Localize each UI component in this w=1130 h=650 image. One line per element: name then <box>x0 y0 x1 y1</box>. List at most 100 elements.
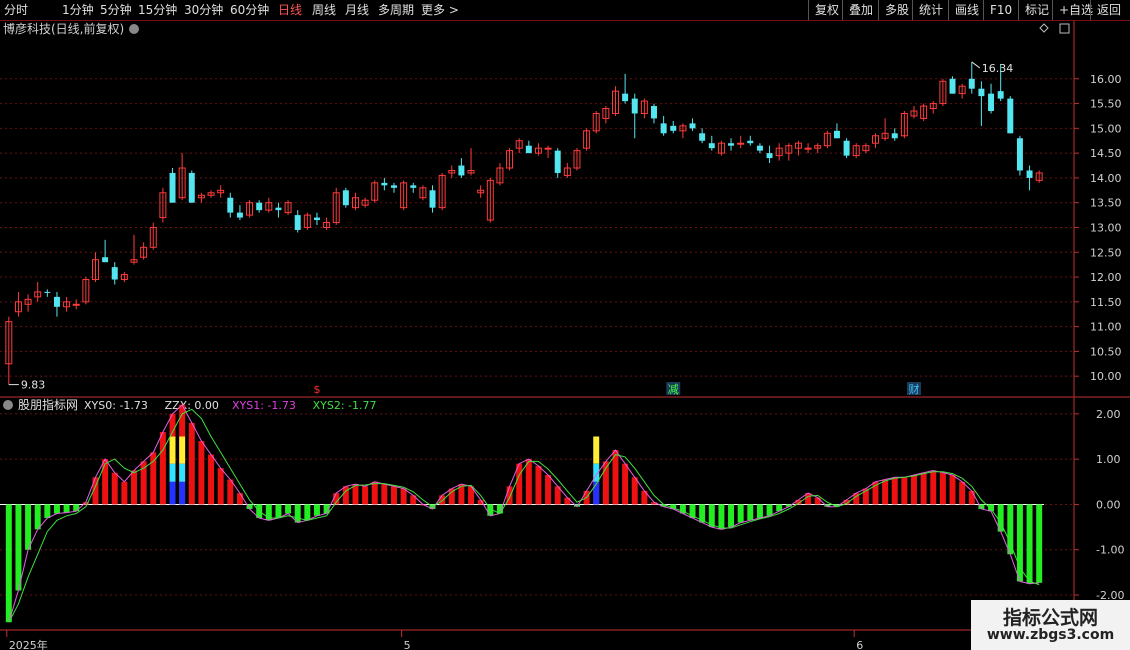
period-toolbar: 分时 1分钟 5分钟 15分钟 30分钟 60分钟 日线 周线 月线 多周期 更多 > 复权 叠加 多股统… <box>0 0 1130 21</box>
candle-body-down <box>708 143 715 149</box>
toolbar-button-8[interactable]: 返回 <box>1090 0 1127 20</box>
price-tick-label-1: 15.50 <box>1090 98 1122 111</box>
indicator-bar <box>968 490 975 505</box>
high-price-label: 16.34 <box>982 62 1014 75</box>
period-tab-3[interactable]: 15分钟 <box>138 2 177 18</box>
period-tab-2[interactable]: 5分钟 <box>100 2 132 18</box>
candle-body-down <box>756 145 763 151</box>
indicator-bar <box>342 486 349 505</box>
indicator-bar <box>381 484 388 505</box>
indicator-bar <box>535 465 542 505</box>
price-tick-label-10: 11.00 <box>1090 321 1122 334</box>
indicator-bar <box>622 463 629 505</box>
indicator-bar <box>525 459 532 505</box>
price-tick-label-5: 13.50 <box>1090 197 1122 210</box>
indicator-bar <box>949 475 956 505</box>
indicator-bar <box>294 504 301 523</box>
high-price-pointer <box>971 61 981 69</box>
diamond-icon[interactable] <box>1039 23 1049 33</box>
date-label-1: 5 <box>404 639 411 650</box>
candle-body-up <box>72 303 80 306</box>
watermark-url: www.zbgs3.com <box>986 627 1115 643</box>
indicator-bar <box>911 475 917 505</box>
price-tick-label-12: 10.00 <box>1090 370 1122 383</box>
period-tab-0[interactable]: 分时 <box>4 2 28 18</box>
candle-body-down <box>651 106 657 119</box>
toolbar-button-6[interactable]: 标记 <box>1018 0 1055 20</box>
toolbar-button-0[interactable]: 复权 <box>808 0 845 20</box>
indicator-bar <box>53 504 60 514</box>
indicator-bar <box>236 493 243 505</box>
period-tab-1[interactable]: 1分钟 <box>62 2 94 18</box>
ind-tick-label-1: 1.00 <box>1096 453 1121 466</box>
period-tab-4[interactable]: 30分钟 <box>184 2 223 18</box>
indicator-bar <box>371 481 378 505</box>
indicator-bar <box>564 497 571 505</box>
candle-body-down <box>997 91 1004 99</box>
indicator-bar <box>1036 504 1043 583</box>
candle-body-down <box>236 212 243 218</box>
period-tab-7[interactable]: 周线 <box>312 2 336 18</box>
indicator-value-2: XYS1: -1.73 <box>232 399 296 412</box>
signal-blue-1 <box>179 481 186 505</box>
event-mark-2: 财 <box>909 382 920 396</box>
indicator-bar <box>362 486 369 505</box>
indicator-bar <box>121 481 128 505</box>
indicator-bar <box>198 441 205 505</box>
indicator-bar <box>34 504 41 530</box>
indicator-bar <box>747 504 754 521</box>
indicator-bar <box>901 477 908 505</box>
period-tab-5[interactable]: 60分钟 <box>230 2 269 18</box>
title-chevron-icon[interactable] <box>129 24 139 34</box>
toolbar-button-4[interactable]: 画线 <box>948 0 985 20</box>
candle-body-down <box>689 123 696 129</box>
indicator-name: 股朋指标网 <box>18 397 78 412</box>
indicator-bar <box>737 504 744 523</box>
date-label-2: 6 <box>856 639 863 650</box>
candle-body-down <box>968 78 975 89</box>
candle-body-down <box>728 143 735 146</box>
candle-body-down <box>1026 170 1033 178</box>
indicator-bar <box>159 431 166 505</box>
stock-chart[interactable]: 16.00 15.50 15.00 14.50 14.00 13.50 13.00 12.50… <box>0 21 1130 650</box>
candle-body-down <box>699 133 706 141</box>
indicator-bar <box>728 504 735 528</box>
price-tick-label-7: 12.50 <box>1090 246 1122 259</box>
candle-body-down <box>1016 138 1023 171</box>
indicator-bar <box>15 504 22 591</box>
period-tab-6[interactable]: 日线 <box>278 2 302 18</box>
period-tab-10[interactable]: 更多 > <box>421 2 459 18</box>
candle-body-down <box>988 93 995 111</box>
toolbar-button-5[interactable]: F10 <box>983 0 1018 20</box>
period-tab-9[interactable]: 多周期 <box>378 2 414 18</box>
indicator-bar <box>920 472 927 505</box>
indicator-chevron-icon[interactable] <box>3 400 13 410</box>
indicator-bar <box>756 504 763 519</box>
event-mark-1: 减 <box>668 383 679 396</box>
window-toggle-icon[interactable] <box>1059 23 1070 34</box>
candle-body-down <box>747 140 754 144</box>
indicator-bar <box>188 422 195 505</box>
candle-body-down <box>949 78 956 94</box>
toolbar-button-2[interactable]: 多股 <box>878 0 915 20</box>
toolbar-button-3[interactable]: 统计 <box>912 0 949 20</box>
toolbar-button-1[interactable]: 叠加 <box>842 0 879 20</box>
signal-yellow-0 <box>169 436 176 464</box>
ind-tick-label-3: -1.00 <box>1096 544 1124 557</box>
candle-body-down <box>1007 98 1014 134</box>
candle-body-down <box>766 153 773 159</box>
indicator-bar <box>285 504 292 514</box>
period-tab-8[interactable]: 月线 <box>345 2 369 18</box>
indicator-bar <box>102 459 109 505</box>
candle-body-up <box>544 147 552 150</box>
date-label-0: 2025年 <box>9 638 48 650</box>
indicator-bar <box>304 504 311 521</box>
candle-body-down <box>891 133 898 139</box>
indicator-bar <box>988 504 995 512</box>
indicator-bar <box>814 497 821 505</box>
indicator-bar <box>939 472 946 505</box>
signal-yellow-2 <box>593 436 600 464</box>
signal-cyan-1 <box>179 463 186 482</box>
indicator-bar <box>439 495 446 505</box>
indicator-bar <box>5 504 12 623</box>
